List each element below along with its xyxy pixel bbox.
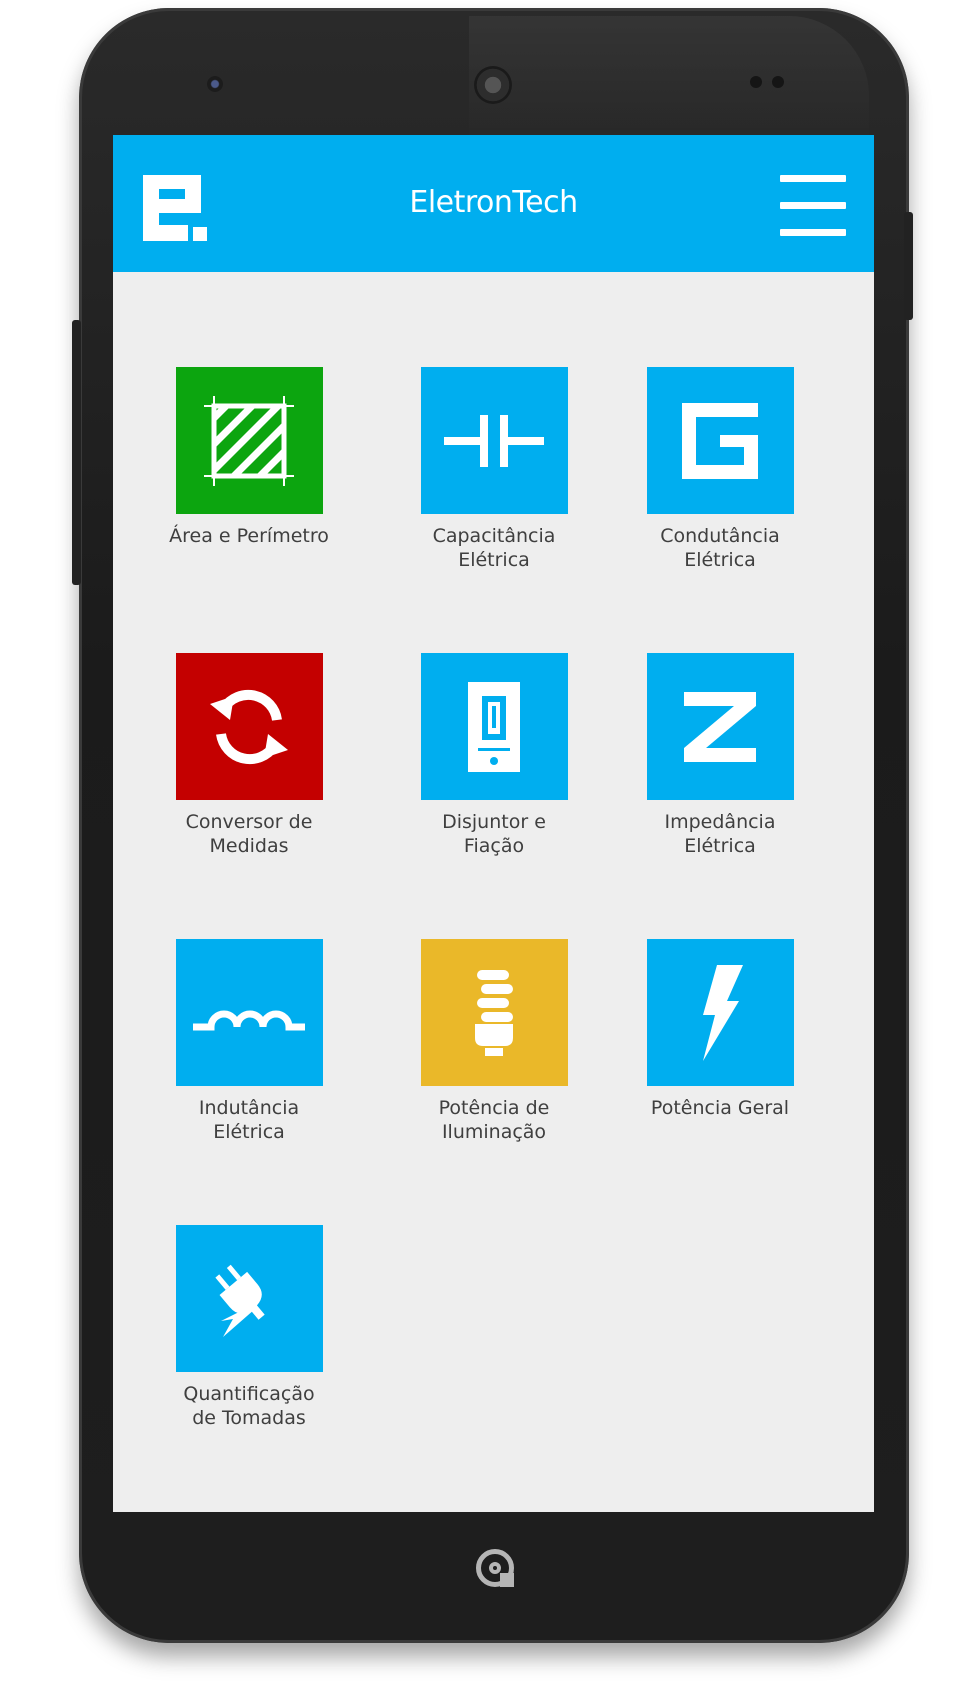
impedance-z-icon bbox=[684, 691, 756, 762]
tile-label: Potência de Iluminação bbox=[438, 1097, 550, 1143]
tile-conversor[interactable]: Conversor de Medidas bbox=[136, 653, 362, 858]
phone-glare bbox=[469, 16, 869, 146]
tile-label: Condutância Elétrica bbox=[660, 525, 780, 571]
tile-label: Conversor de Medidas bbox=[185, 811, 313, 857]
tile-indutancia[interactable]: Indutância Elétrica bbox=[136, 939, 362, 1144]
breaker-switch-icon bbox=[468, 681, 520, 772]
volume-button bbox=[72, 320, 81, 585]
tile-area-perimetro[interactable]: Área e Perímetro bbox=[136, 367, 362, 548]
home-button[interactable] bbox=[476, 1549, 514, 1587]
tile-icon-box[interactable] bbox=[420, 939, 568, 1086]
tile-icon-box[interactable] bbox=[175, 653, 323, 800]
tile-icon-box[interactable] bbox=[646, 653, 794, 800]
home-button-dot bbox=[489, 1562, 501, 1574]
tile-icon-box[interactable] bbox=[646, 367, 794, 514]
tile-label: Indutância Elétrica bbox=[198, 1097, 300, 1143]
tile-label: Potência Geral bbox=[650, 1097, 790, 1119]
conductance-g-icon bbox=[682, 402, 758, 479]
tile-capacitancia[interactable]: Capacitância Elétrica bbox=[381, 367, 607, 572]
app-screen: EletronTech Área e Perímetro Capacitânci… bbox=[113, 135, 874, 1512]
refresh-arrows-icon bbox=[210, 689, 288, 764]
area-hatch-icon bbox=[204, 395, 294, 486]
tile-label: Quantificação de Tomadas bbox=[183, 1383, 315, 1429]
tile-potencia-iluminacao[interactable]: Potência de Iluminação bbox=[381, 939, 607, 1144]
tile-icon-box[interactable] bbox=[420, 367, 568, 514]
capacitor-icon bbox=[444, 414, 544, 467]
light-sensor-icon bbox=[772, 76, 784, 88]
tool-grid: Área e Perímetro Capacitância Elétrica C… bbox=[113, 135, 874, 1512]
tile-label: Capacitância Elétrica bbox=[432, 525, 556, 571]
tile-icon-box[interactable] bbox=[646, 939, 794, 1086]
power-plug-icon bbox=[215, 1264, 265, 1337]
tile-icon-box[interactable] bbox=[175, 367, 323, 514]
inductor-coil-icon bbox=[193, 1010, 305, 1030]
tile-icon-box[interactable] bbox=[420, 653, 568, 800]
tile-impedancia[interactable]: Impedância Elétrica bbox=[607, 653, 833, 858]
tile-condutancia[interactable]: Condutância Elétrica bbox=[607, 367, 833, 572]
front-camera-icon bbox=[474, 66, 512, 104]
front-sensor-icon bbox=[207, 76, 223, 92]
tile-label: Área e Perímetro bbox=[169, 525, 329, 547]
proximity-sensor-icon bbox=[750, 76, 762, 88]
tile-icon-box[interactable] bbox=[175, 1225, 323, 1372]
tile-icon-box[interactable] bbox=[175, 939, 323, 1086]
tile-label: Impedância Elétrica bbox=[664, 811, 776, 857]
tile-potencia-geral[interactable]: Potência Geral bbox=[607, 939, 833, 1120]
lightning-bolt-icon bbox=[703, 964, 743, 1061]
power-button bbox=[904, 212, 913, 320]
tile-disjuntor[interactable]: Disjuntor e Fiação bbox=[381, 653, 607, 858]
tile-label: Disjuntor e Fiação bbox=[442, 811, 546, 857]
light-bulb-icon bbox=[475, 969, 513, 1056]
tile-quantificacao-tomadas[interactable]: Quantificação de Tomadas bbox=[136, 1225, 362, 1430]
